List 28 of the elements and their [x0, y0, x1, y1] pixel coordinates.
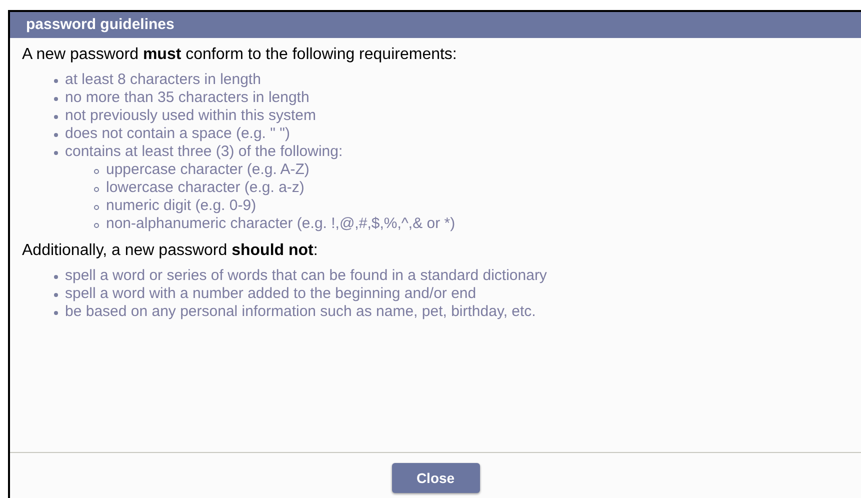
- list-item-text: lowercase character (e.g. a-z): [106, 179, 304, 197]
- section-intro: A new password must conform to the following requirements:: [22, 45, 458, 65]
- bullet-icon: [54, 275, 58, 279]
- close-button[interactable]: Close: [392, 463, 480, 493]
- bullet-icon: [54, 115, 58, 119]
- bullet-icon: [54, 151, 58, 155]
- list-item-text: numeric digit (e.g. 0-9): [106, 197, 256, 215]
- bullet-icon: [54, 311, 58, 315]
- list-item-text: does not contain a space (e.g. " "): [65, 125, 290, 143]
- list-item-text: at least 8 characters in length: [65, 71, 261, 89]
- bullet-icon: [94, 169, 99, 174]
- bullet-icon: [54, 133, 58, 137]
- list-item-text: no more than 35 characters in length: [65, 89, 310, 107]
- section-intro: Additionally, a new password should not:: [22, 241, 319, 261]
- bullet-icon: [54, 293, 58, 297]
- bullet-icon: [54, 79, 58, 83]
- dialog-title: password guidelines: [26, 14, 174, 35]
- list-item-text: not previously used within this system: [65, 107, 316, 125]
- bullet-icon: [94, 223, 99, 228]
- list-item-text: uppercase character (e.g. A-Z): [106, 161, 310, 179]
- bullet-icon: [94, 187, 99, 192]
- list-item-text: spell a word with a number added to the beginning and/or end: [65, 285, 476, 303]
- bullet-icon: [94, 205, 99, 210]
- list-item-text: be based on any personal information such as name, pet, birthday, etc.: [65, 303, 536, 321]
- list-item-text: non-alphanumeric character (e.g. !,@,#,$,%,^,& or *): [106, 215, 456, 233]
- list-item-text: spell a word or series of words that can be found in a standard dictionary: [65, 267, 547, 285]
- bullet-icon: [54, 97, 58, 101]
- list-item-text: contains at least three (3) of the following:: [65, 143, 343, 161]
